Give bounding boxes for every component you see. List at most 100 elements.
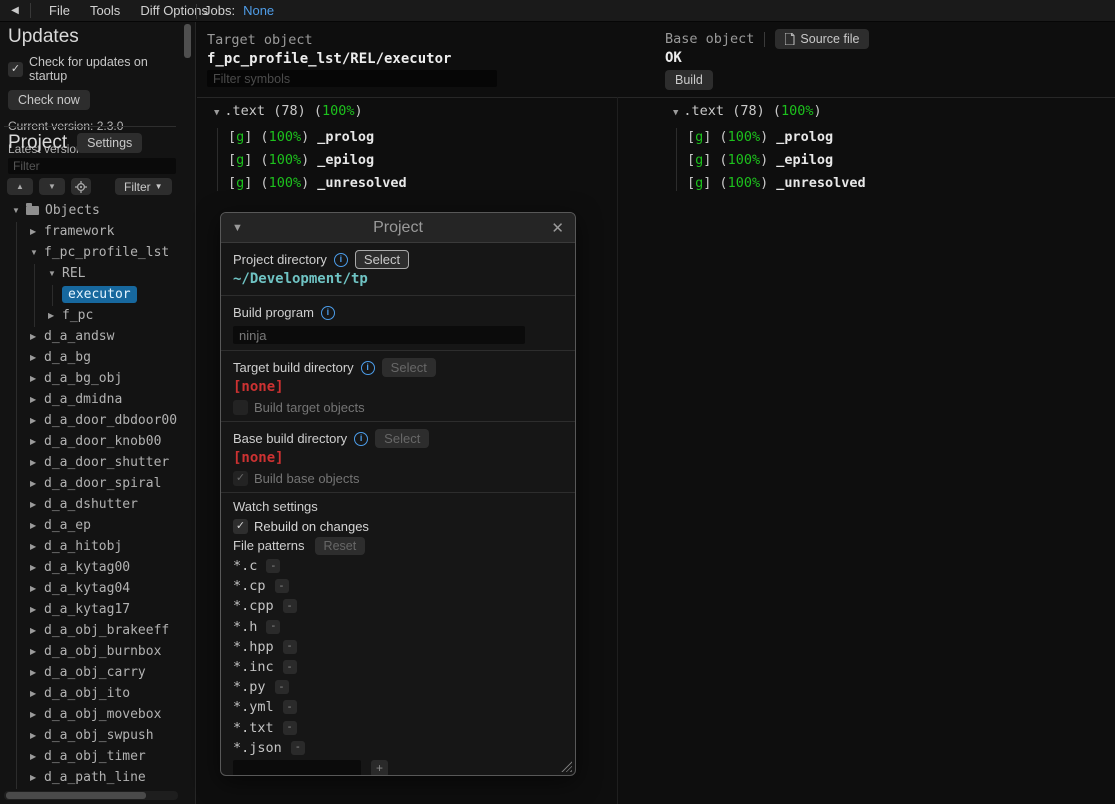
menu-file[interactable]: File [39,3,80,18]
expander-icon[interactable]: ▶ [30,563,44,572]
symbol-name[interactable]: _unresolved [317,175,406,191]
build-base-objects-checkbox[interactable]: ✓ [233,471,248,486]
source-file-button[interactable]: Source file [775,29,869,49]
expander-icon[interactable]: ▶ [30,731,44,740]
tree-item[interactable]: executor [0,284,189,305]
expander-icon[interactable]: ▶ [30,542,44,551]
menu-tools[interactable]: Tools [80,3,130,18]
expander-icon[interactable]: ▶ [30,521,44,530]
collapse-icon[interactable]: ▼ [232,222,252,234]
tree-item[interactable]: ▶ d_a_ep [0,515,189,536]
expander-icon[interactable]: ▼ [30,248,44,257]
remove-pattern-button[interactable]: - [266,559,280,573]
expander-icon[interactable]: ▶ [30,605,44,614]
base-build-dir-select-button[interactable]: Select [375,429,429,448]
symbol-row[interactable]: [g](100%)_epilog [687,149,866,172]
expander-icon[interactable]: ▶ [30,752,44,761]
build-program-input[interactable] [233,326,525,344]
tree-item[interactable]: ▶ d_a_kytag00 [0,557,189,578]
tree-item[interactable]: ▶ d_a_hitobj [0,536,189,557]
rebuild-on-changes-checkbox[interactable]: ✓ [233,519,248,534]
project-settings-button[interactable]: Settings [77,133,142,153]
tree-item[interactable]: ▶ d_a_obj_timer [0,746,189,767]
remove-pattern-button[interactable]: - [283,660,297,674]
expander-icon[interactable]: ▶ [30,437,44,446]
expander-icon[interactable]: ▶ [30,227,44,236]
expander-icon[interactable]: ▶ [48,311,62,320]
tree-item[interactable]: ▶ d_a_bg_obj [0,368,189,389]
remove-pattern-button[interactable]: - [283,640,297,654]
tree-item[interactable]: ▼ Objects [0,200,189,221]
tree-item[interactable]: ▶ d_a_door_dbdoor00 [0,410,189,431]
tree-filter-dropdown[interactable]: Filter ▼ [115,178,172,195]
expander-icon[interactable]: ▶ [30,458,44,467]
back-button[interactable]: ◀ [0,5,30,16]
remove-pattern-button[interactable]: - [283,721,297,735]
expander-icon[interactable]: ▶ [30,332,44,341]
remove-pattern-button[interactable]: - [275,680,289,694]
target-build-dir-select-button[interactable]: Select [382,358,436,377]
expander-icon[interactable]: ▶ [30,416,44,425]
tree-item[interactable]: ▶ d_a_dmidna [0,389,189,410]
info-icon[interactable]: i [354,432,368,446]
symbol-row[interactable]: [g](100%)_unresolved [687,172,866,195]
tree-item[interactable]: ▶ d_a_obj_ito [0,683,189,704]
scrollbar-thumb[interactable] [6,792,146,799]
section-header[interactable]: ▼.text (78) (100%) [214,103,407,119]
locate-current-button[interactable] [71,178,91,195]
remove-pattern-button[interactable]: - [283,700,297,714]
tree-item[interactable]: ▶ d_a_door_shutter [0,452,189,473]
expander-icon[interactable]: ▶ [30,500,44,509]
expander-icon[interactable]: ▶ [30,479,44,488]
add-pattern-input[interactable] [233,760,361,776]
build-target-objects-checkbox[interactable]: ✓ [233,400,248,415]
expander-icon[interactable]: ▶ [30,647,44,656]
collapse-up-button[interactable]: ▲ [7,178,33,195]
expander-icon[interactable]: ▶ [30,374,44,383]
symbol-name[interactable]: _prolog [776,129,833,145]
remove-pattern-button[interactable]: - [283,599,297,613]
expander-icon[interactable]: ▶ [30,689,44,698]
symbol-row[interactable]: [g](100%)_prolog [228,126,407,149]
tree-item[interactable]: ▶ framework [0,221,189,242]
tree-item[interactable]: ▶ d_a_obj_brakeeff [0,620,189,641]
expander-icon[interactable]: ▶ [30,773,44,782]
tree-item[interactable]: ▶ d_a_obj_movebox [0,704,189,725]
tree-item[interactable]: ▼ f_pc_profile_lst [0,242,189,263]
expander-icon[interactable]: ▼ [214,108,219,118]
tree-item[interactable]: ▶ d_a_path_line [0,767,189,788]
tree-item[interactable]: ▶ d_a_door_spiral [0,473,189,494]
expander-icon[interactable]: ▶ [30,668,44,677]
tree-item[interactable]: ▶ d_a_kytag04 [0,578,189,599]
symbol-row[interactable]: [g](100%)_prolog [687,126,866,149]
symbol-filter-input[interactable] [207,70,497,87]
info-icon[interactable]: i [361,361,375,375]
project-directory-select-button[interactable]: Select [355,250,409,269]
remove-pattern-button[interactable]: - [266,620,280,634]
close-icon[interactable]: ✕ [544,219,564,237]
project-filter-input[interactable] [8,158,176,174]
symbol-row[interactable]: [g](100%)_epilog [228,149,407,172]
remove-pattern-button[interactable]: - [275,579,289,593]
add-pattern-button[interactable]: + [371,760,388,776]
tree-item[interactable]: ▶ d_a_obj_burnbox [0,641,189,662]
expander-icon[interactable]: ▶ [30,395,44,404]
symbol-row[interactable]: [g](100%)_unresolved [228,172,407,195]
expander-icon[interactable]: ▶ [30,710,44,719]
symbol-name[interactable]: _prolog [317,129,374,145]
expander-icon[interactable]: ▼ [12,206,26,215]
tree-item[interactable]: ▶ d_a_bg [0,347,189,368]
info-icon[interactable]: i [321,306,335,320]
build-button[interactable]: Build [665,70,713,90]
sidebar-vertical-scrollbar[interactable] [184,24,191,58]
tree-item[interactable]: ▶ d_a_obj_carry [0,662,189,683]
jobs-value[interactable]: None [243,3,274,18]
expand-down-button[interactable]: ▼ [39,178,65,195]
tree-item[interactable]: ▶ d_a_andsw [0,326,189,347]
tree-item[interactable]: ▶ d_a_door_knob00 [0,431,189,452]
expander-icon[interactable]: ▶ [30,626,44,635]
symbol-name[interactable]: _epilog [776,152,833,168]
tree-item[interactable]: ▶ d_a_dshutter [0,494,189,515]
symbol-name[interactable]: _epilog [317,152,374,168]
tree-item[interactable]: ▶ d_a_obj_swpush [0,725,189,746]
